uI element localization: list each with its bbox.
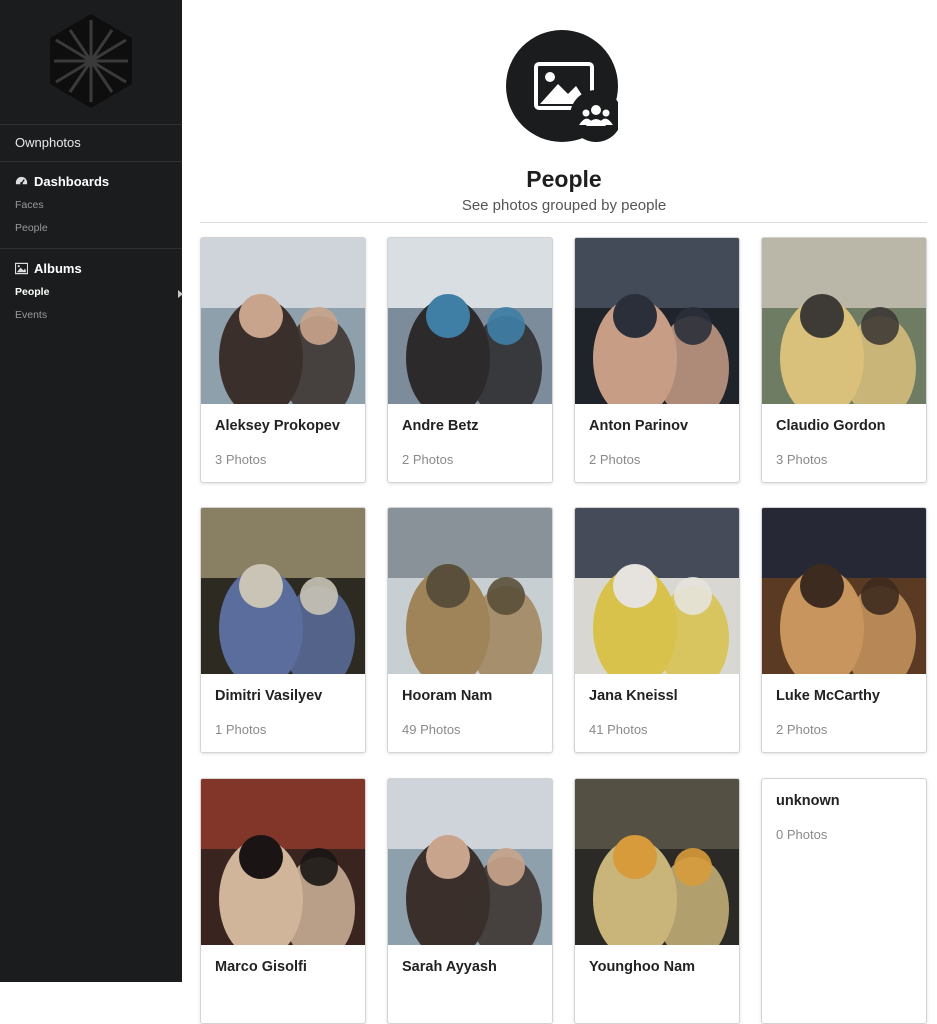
- person-name[interactable]: Jana Kneissl: [589, 688, 678, 704]
- sidebar-albums-header[interactable]: Albums: [0, 259, 182, 277]
- person-photo-image: [388, 508, 552, 674]
- photo-count: 2 Photos: [589, 452, 641, 467]
- person-photo[interactable]: [201, 779, 365, 945]
- sidebar-albums-section: Albums People Events: [0, 249, 182, 335]
- sidebar-app-name[interactable]: Ownphotos: [0, 125, 182, 162]
- person-photo-image: [575, 508, 739, 674]
- person-photo-image: [762, 238, 926, 404]
- person-photo-image: [575, 779, 739, 945]
- image-icon: [15, 262, 28, 274]
- person-card[interactable]: Hooram Nam 49 Photos: [387, 507, 553, 753]
- photo-count: 3 Photos: [215, 452, 267, 467]
- person-name[interactable]: Hooram Nam: [402, 688, 492, 704]
- sidebar-item-people[interactable]: People: [0, 281, 182, 304]
- person-card[interactable]: Younghoo Nam: [574, 778, 740, 1024]
- photo-count: 2 Photos: [776, 722, 828, 737]
- person-photo[interactable]: [201, 238, 365, 404]
- person-name[interactable]: Andre Betz: [402, 418, 479, 434]
- person-card[interactable]: Anton Parinov 2 Photos: [574, 237, 740, 483]
- sidebar-item-faces[interactable]: Faces: [0, 194, 182, 217]
- page-subtitle: See photos grouped by people: [461, 197, 667, 214]
- person-photo[interactable]: [575, 779, 739, 945]
- person-card[interactable]: unknown 0 Photos: [761, 778, 927, 1024]
- sidebar-dashboards-label: Dashboards: [34, 173, 110, 189]
- sidebar-albums-label: Albums: [34, 260, 82, 276]
- photo-count: 3 Photos: [776, 452, 828, 467]
- photo-count: 0 Photos: [776, 827, 828, 842]
- photo-count: 41 Photos: [589, 722, 648, 737]
- sidebar: Ownphotos Dashboards Faces People Albums…: [0, 0, 182, 982]
- person-photo[interactable]: [575, 508, 739, 674]
- person-card[interactable]: Marco Gisolfi: [200, 778, 366, 1024]
- person-photo[interactable]: [762, 238, 926, 404]
- person-name[interactable]: Younghoo Nam: [589, 959, 695, 975]
- dashboard-icon: [15, 176, 28, 185]
- photo-count: 1 Photos: [215, 722, 267, 737]
- person-photo[interactable]: [575, 238, 739, 404]
- person-name[interactable]: Dimitri Vasilyev: [215, 688, 322, 704]
- person-photo-image: [201, 238, 365, 404]
- person-photo[interactable]: [201, 508, 365, 674]
- person-photo-image: [201, 779, 365, 945]
- person-photo-image: [575, 238, 739, 404]
- page-title: People: [526, 166, 602, 192]
- person-card[interactable]: Sarah Ayyash: [387, 778, 553, 1024]
- photo-count: 49 Photos: [402, 722, 461, 737]
- header-divider: [200, 222, 927, 223]
- person-photo-image: [762, 508, 926, 674]
- person-name[interactable]: unknown: [776, 793, 840, 809]
- main-content: People See photos grouped by people Alek…: [182, 0, 937, 1024]
- person-photo[interactable]: [388, 238, 552, 404]
- person-photo-image: [201, 508, 365, 674]
- person-photo-image: [388, 238, 552, 404]
- sidebar-item-events[interactable]: Events: [0, 304, 182, 327]
- person-card[interactable]: Luke McCarthy 2 Photos: [761, 507, 927, 753]
- person-card[interactable]: Jana Kneissl 41 Photos: [574, 507, 740, 753]
- sidebar-dashboards-section: Dashboards Faces People: [0, 162, 182, 249]
- person-photo[interactable]: [388, 508, 552, 674]
- photo-count: 2 Photos: [402, 452, 454, 467]
- person-photo[interactable]: [762, 508, 926, 674]
- person-name[interactable]: Sarah Ayyash: [402, 959, 497, 975]
- logo[interactable]: [0, 0, 182, 125]
- person-card[interactable]: Andre Betz 2 Photos: [387, 237, 553, 483]
- person-name[interactable]: Aleksey Prokopev: [215, 418, 340, 434]
- sidebar-item-people-dashboard[interactable]: People: [0, 217, 182, 240]
- person-name[interactable]: Claudio Gordon: [776, 418, 886, 434]
- person-photo-image: [388, 779, 552, 945]
- person-card[interactable]: Aleksey Prokopev 3 Photos: [200, 237, 366, 483]
- ownphotos-logo-icon: [50, 14, 132, 108]
- person-card[interactable]: Claudio Gordon 3 Photos: [761, 237, 927, 483]
- photo-group-icon: [506, 30, 618, 142]
- sidebar-dashboards-header[interactable]: Dashboards: [0, 172, 182, 190]
- person-card[interactable]: Dimitri Vasilyev 1 Photos: [200, 507, 366, 753]
- person-name[interactable]: Anton Parinov: [589, 418, 688, 434]
- person-name[interactable]: Luke McCarthy: [776, 688, 880, 704]
- person-photo[interactable]: [388, 779, 552, 945]
- person-name[interactable]: Marco Gisolfi: [215, 959, 307, 975]
